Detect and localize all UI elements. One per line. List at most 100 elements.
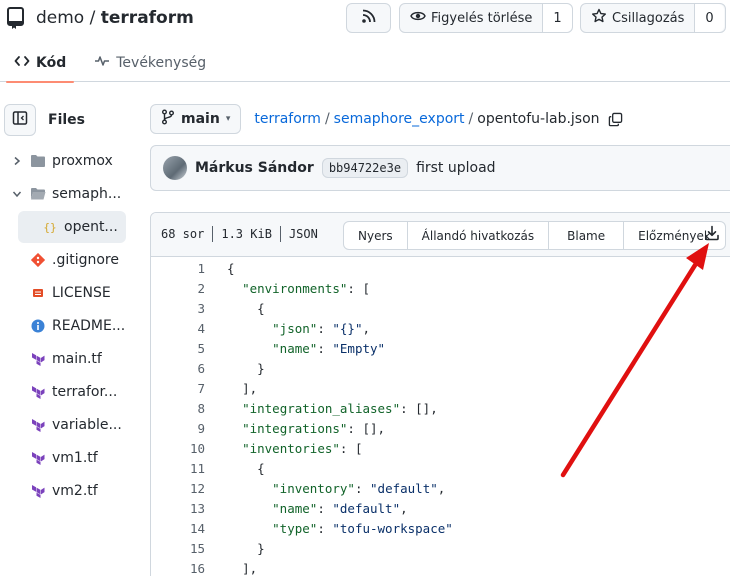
git-icon [30, 253, 46, 267]
file-meta: 68 sor 1.3 KiB JSON [161, 226, 318, 242]
json-punctuation: : [317, 340, 333, 356]
json-key: "name" [272, 340, 318, 356]
tree-item-vm1-tf[interactable]: vm1.tf [0, 442, 128, 474]
tree-item-readme[interactable]: README... [0, 310, 128, 342]
line-number[interactable]: 13 [151, 501, 205, 516]
tree-item-label: opent... [64, 219, 118, 235]
commit-author[interactable]: Márkus Sándor [195, 160, 314, 176]
tree-item-semaphore[interactable]: semaph... [0, 178, 128, 210]
line-number[interactable]: 5 [151, 341, 205, 356]
collapse-sidebar-button[interactable] [4, 104, 36, 136]
file-type: JSON [288, 227, 318, 241]
line-content: "type": "tofu-workspace" [205, 521, 453, 536]
line-number[interactable]: 3 [151, 301, 205, 316]
code-line: 1{ [151, 258, 730, 278]
line-content: "integrations": [], [205, 421, 385, 436]
meta-divider [279, 226, 281, 242]
blame-button[interactable]: Blame [549, 222, 625, 249]
line-content: { [205, 301, 265, 316]
raw-button[interactable]: Nyers [344, 222, 408, 249]
line-content: } [205, 541, 265, 556]
code-line: 12 "inventory": "default", [151, 478, 730, 498]
tree-item-proxmox[interactable]: proxmox [0, 145, 128, 177]
line-content: ], [205, 381, 257, 396]
svg-text:{}: {} [43, 221, 56, 234]
line-count: 68 sor [161, 227, 205, 241]
chevron-right-icon[interactable] [10, 156, 24, 166]
json-punctuation: : [317, 500, 333, 516]
watch-count[interactable]: 1 [542, 4, 572, 32]
tab-activity-label: Tevékenység [116, 55, 207, 71]
download-button[interactable] [699, 221, 725, 249]
terraform-icon [30, 484, 46, 498]
code-line: 5 "name": "Empty" [151, 338, 730, 358]
line-number[interactable]: 2 [151, 281, 205, 296]
tree-item-main-tf[interactable]: main.tf [0, 343, 128, 375]
line-number[interactable]: 4 [151, 321, 205, 336]
repo-owner-link[interactable]: demo [36, 8, 84, 28]
breadcrumb-link-folder[interactable]: semaphore_export [334, 111, 465, 127]
copy-path-icon[interactable] [608, 112, 623, 127]
unwatch-button[interactable]: Figyelés törlése [400, 4, 542, 32]
line-content: "inventory": "default", [205, 481, 445, 496]
repo-title: demo / terraform [6, 6, 194, 30]
line-number[interactable]: 10 [151, 441, 205, 456]
line-number[interactable]: 16 [151, 561, 205, 576]
json-string: "Empty" [332, 340, 386, 356]
code-line: 16 ], [151, 558, 730, 576]
line-content: "environments": [ [205, 281, 370, 296]
permalink-button[interactable]: Állandó hivatkozás [408, 222, 550, 249]
json-punctuation: : [ [339, 440, 363, 456]
repo-name-link[interactable]: terraform [101, 8, 194, 28]
line-number[interactable]: 9 [151, 421, 205, 436]
star-count[interactable]: 0 [694, 4, 724, 32]
json-key: "name" [272, 500, 318, 516]
line-content: "name": "Empty" [205, 341, 385, 356]
code-view[interactable]: 1{2 "environments": [3 {4 "json": "{}", 5… [151, 258, 730, 576]
tree-item-variables[interactable]: variable... [0, 409, 128, 441]
code-line: 3 { [151, 298, 730, 318]
commit-message[interactable]: first upload [416, 160, 496, 176]
line-number[interactable]: 6 [151, 361, 205, 376]
line-content: "integration_aliases": [], [205, 401, 438, 416]
latest-commit: Márkus Sándor bb94722e3e first upload [150, 145, 730, 191]
json-key: "integrations" [242, 420, 348, 436]
tree-item-license[interactable]: LICENSE [0, 277, 128, 309]
star-icon [591, 8, 607, 28]
tree-item-opentofu-lab-json[interactable]: {} opent... [18, 211, 126, 243]
avatar[interactable] [163, 156, 187, 180]
line-number[interactable]: 1 [151, 261, 205, 276]
star-button[interactable]: Csillagozás [581, 4, 694, 32]
rss-icon [361, 8, 377, 28]
tree-item-label: proxmox [52, 153, 113, 169]
commit-sha[interactable]: bb94722e3e [321, 158, 409, 178]
line-number[interactable]: 12 [151, 481, 205, 496]
branch-selector[interactable]: main ▾ [150, 104, 242, 134]
tree-item-terraform[interactable]: terrafor... [0, 376, 128, 408]
code-line: 8 "integration_aliases": [], [151, 398, 730, 418]
star-button-group: Csillagozás 0 [580, 3, 726, 33]
line-number[interactable]: 14 [151, 521, 205, 536]
chevron-down-icon[interactable] [10, 189, 24, 199]
json-punctuation: { [227, 260, 235, 276]
file-size: 1.3 KiB [221, 227, 272, 241]
tree-item-label: .gitignore [52, 252, 119, 268]
tree-item-vm2-tf[interactable]: vm2.tf [0, 475, 128, 507]
rss-button[interactable] [346, 3, 391, 33]
line-number[interactable]: 7 [151, 381, 205, 396]
tree-item-label: main.tf [52, 351, 102, 367]
breadcrumb-link-repo[interactable]: terraform [254, 111, 321, 127]
files-header: Files [4, 104, 85, 136]
breadcrumb-current-file: opentofu-lab.json [477, 111, 600, 127]
line-number[interactable]: 15 [151, 541, 205, 556]
line-number[interactable]: 8 [151, 401, 205, 416]
tab-code[interactable]: Kód [0, 44, 80, 83]
tab-activity[interactable]: Tevékenység [80, 44, 220, 82]
line-number[interactable]: 11 [151, 461, 205, 476]
tree-item-gitignore[interactable]: .gitignore [0, 244, 128, 276]
